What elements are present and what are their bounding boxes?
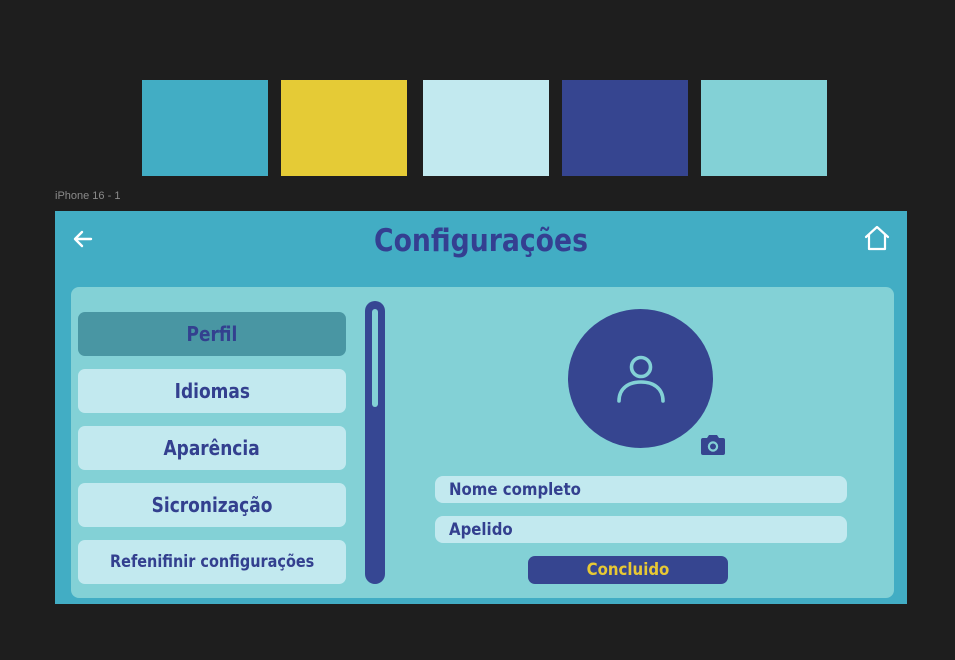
sidebar-item-label: Sicronização xyxy=(151,493,273,517)
back-button[interactable] xyxy=(69,227,97,251)
color-swatch-light-cyan xyxy=(423,80,549,176)
done-button[interactable]: Concluido xyxy=(528,556,728,584)
color-swatch-aqua xyxy=(701,80,827,176)
sidebar-item-label: Idiomas xyxy=(174,379,250,403)
sidebar-item-idiomas[interactable]: Idiomas xyxy=(78,369,346,413)
sidebar-item-label: Perfil xyxy=(186,322,238,346)
sidebar-item-redefinir[interactable]: Refenifinir configurações xyxy=(78,540,346,584)
sidebar-item-perfil[interactable]: Perfil xyxy=(78,312,346,356)
color-swatch-yellow xyxy=(281,80,407,176)
sidebar-item-sincronizacao[interactable]: Sicronização xyxy=(78,483,346,527)
camera-icon[interactable] xyxy=(699,433,727,457)
sidebar-scrollbar[interactable] xyxy=(365,301,385,584)
full-name-field[interactable]: Nome completo xyxy=(435,476,847,503)
full-name-placeholder: Nome completo xyxy=(449,479,581,500)
avatar[interactable] xyxy=(568,309,713,448)
color-swatch-navy xyxy=(562,80,688,176)
phone-frame: Configurações Perfil Idiomas Aparência S… xyxy=(55,211,907,604)
color-swatch-teal xyxy=(142,80,268,176)
sidebar-item-label: Aparência xyxy=(163,436,261,460)
nickname-placeholder: Apelido xyxy=(449,519,513,540)
nickname-field[interactable]: Apelido xyxy=(435,516,847,543)
sidebar-item-label: Refenifinir configurações xyxy=(109,552,315,572)
arrow-left-icon xyxy=(73,230,93,248)
user-icon xyxy=(616,355,665,403)
sidebar-item-aparencia[interactable]: Aparência xyxy=(78,426,346,470)
settings-panel: Perfil Idiomas Aparência Sicronização Re… xyxy=(71,287,894,598)
scrollbar-thumb[interactable] xyxy=(372,309,378,407)
home-button[interactable] xyxy=(862,223,892,253)
done-button-label: Concluido xyxy=(586,560,670,580)
frame-label: iPhone 16 - 1 xyxy=(55,190,121,202)
home-icon xyxy=(864,225,890,251)
page-title: Configurações xyxy=(374,223,588,259)
